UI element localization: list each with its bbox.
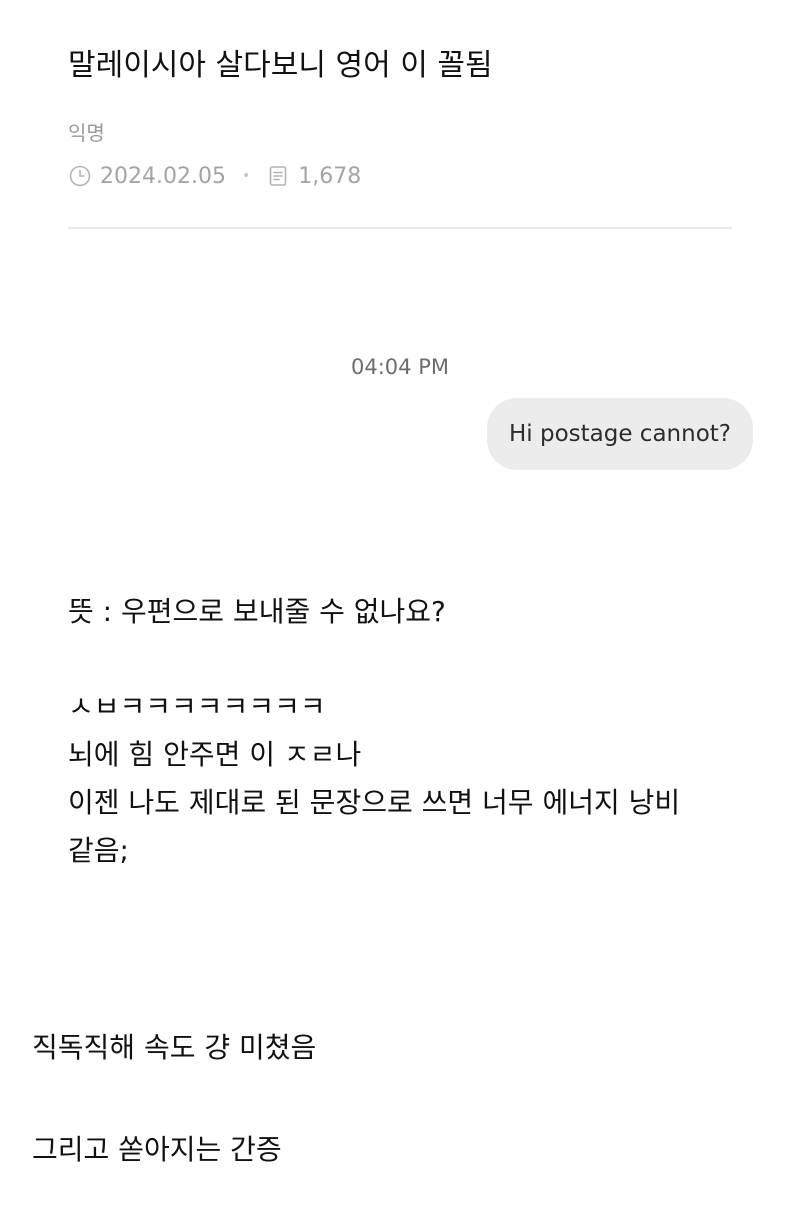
comment-text: 직독직해 속도 걍 미쳤음 xyxy=(32,1031,317,1064)
document-icon xyxy=(266,164,290,188)
post-title: 말레이시아 살다보니 영어 이 꼴됨 xyxy=(68,48,493,83)
view-count: 1,678 xyxy=(298,163,362,189)
body-line: 이젠 나도 제대로 된 문장으로 쓰면 너무 에너지 낭비 xyxy=(68,786,681,819)
author-name[interactable]: 익명 xyxy=(68,118,105,148)
comment-text: 그리고 쏟아지는 간증 xyxy=(32,1133,282,1166)
chat-message-bubble: Hi postage cannot? xyxy=(486,398,753,470)
post-meta: 2024.02.05 • 1,678 xyxy=(68,160,361,192)
meaning-text: 뜻 : 우편으로 보내줄 수 없나요? xyxy=(68,595,446,628)
body-line: 같음; xyxy=(68,834,129,867)
body-line: 뇌에 힘 안주면 이 ㅈㄹ나 xyxy=(68,738,362,771)
meta-separator: • xyxy=(241,168,251,184)
header-divider xyxy=(68,227,732,229)
clock-icon xyxy=(68,164,92,188)
chat-message-text: Hi postage cannot? xyxy=(508,421,731,447)
chat-timestamp: 04:04 PM xyxy=(351,355,449,379)
post-body-lines: ㅅㅂㅋㅋㅋㅋㅋㅋㅋㅋ 뇌에 힘 안주면 이 ㅈㄹ나 이젠 나도 제대로 된 문장… xyxy=(68,683,680,875)
body-line: ㅅㅂㅋㅋㅋㅋㅋㅋㅋㅋ xyxy=(68,690,326,723)
post-date: 2024.02.05 xyxy=(100,163,226,189)
